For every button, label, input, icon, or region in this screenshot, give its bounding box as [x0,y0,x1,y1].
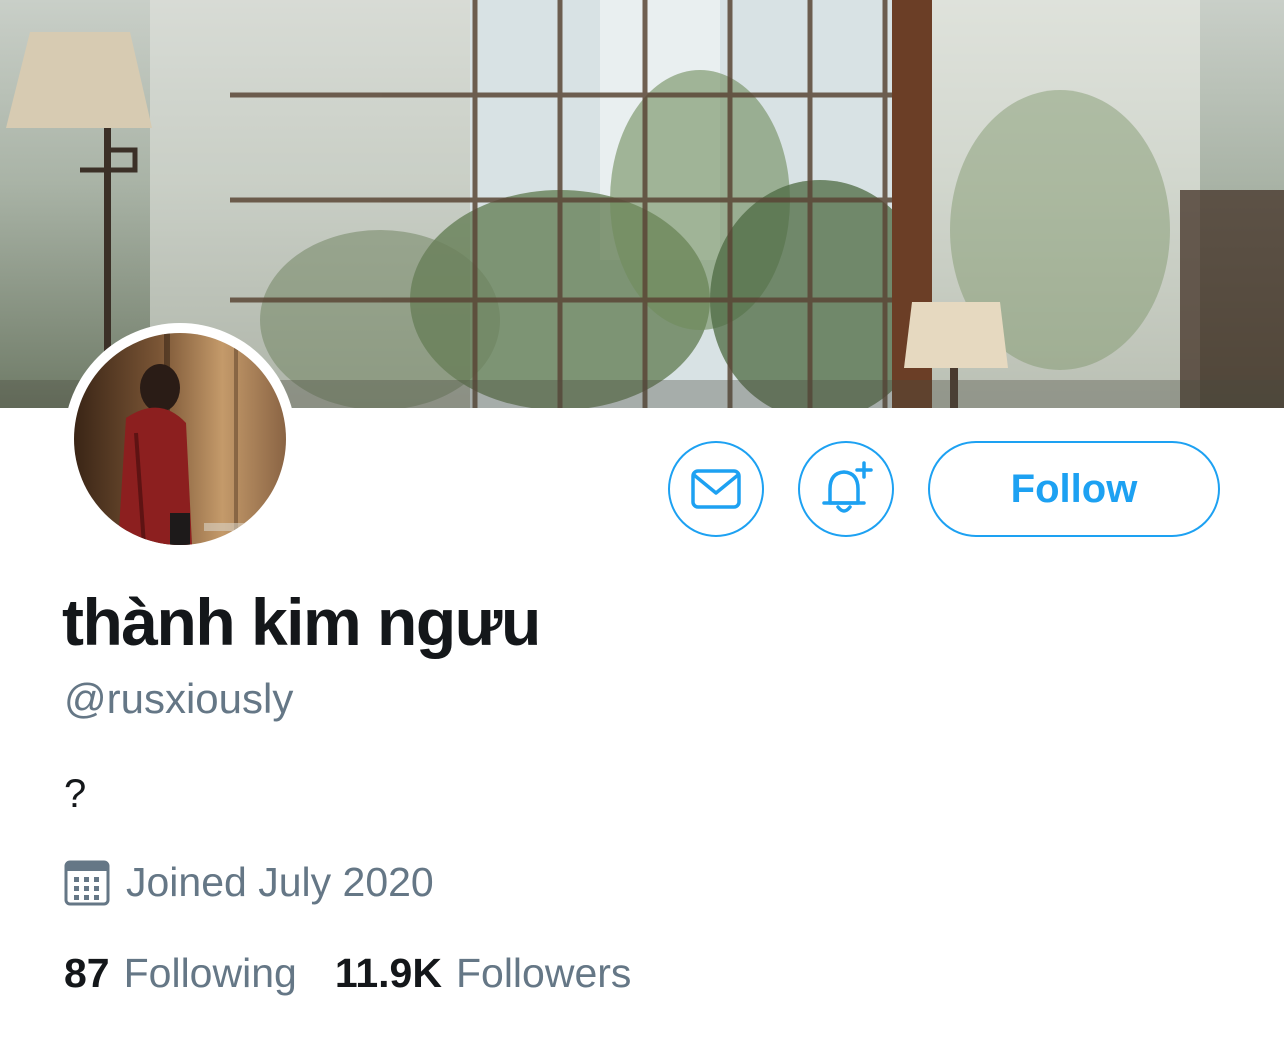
following-label: Following [123,950,297,996]
follow-button-label: Follow [1010,466,1138,511]
join-date: Joined July 2020 [64,857,434,907]
join-date-text: Joined July 2020 [126,858,434,905]
user-handle: @rusxiously [64,675,294,722]
avatar[interactable] [64,323,296,555]
message-button[interactable] [668,441,764,537]
follow-button[interactable]: Follow [928,441,1220,537]
display-name: thành kim ngưu [62,585,541,659]
bell-plus-icon [822,461,873,513]
calendar-icon [64,860,110,906]
followers-label: Followers [455,950,632,996]
following-count: 87 [64,950,110,996]
envelope-icon [691,469,741,509]
bio: ? [64,772,87,816]
following-link[interactable]: 87 Following [64,950,297,997]
followers-count: 11.9K [334,950,442,996]
notifications-button[interactable] [798,441,894,537]
avatar-image [74,333,286,545]
followers-link[interactable]: 11.9K Followers [335,950,632,997]
profile-stats: 87 Following 11.9K Followers [64,950,631,997]
